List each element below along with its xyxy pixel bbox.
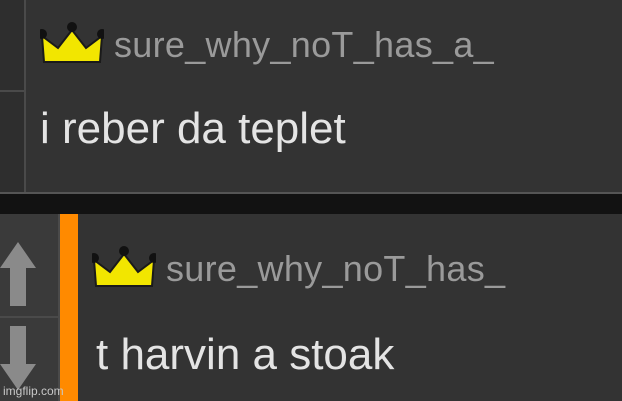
vote-panel (0, 214, 60, 401)
gap-bar (0, 194, 622, 214)
comment-header: sure_why_noT_has_ (92, 246, 505, 292)
down-arrow-icon (0, 326, 36, 390)
up-arrow-icon (0, 242, 36, 306)
comment-text: i reber da teplet (40, 104, 346, 153)
comment-header: sure_why_noT_has_a_ (40, 22, 494, 68)
comment-text: t harvin a stoak (96, 330, 395, 379)
highlight-bar (60, 214, 78, 401)
vote-column (0, 0, 26, 192)
comment-1: sure_why_noT_has_a_ i reber da teplet (0, 0, 622, 192)
crown-icon (92, 246, 156, 287)
username[interactable]: sure_why_noT_has_a_ (114, 24, 494, 66)
comment-body: sure_why_noT_has_a_ i reber da teplet (26, 0, 622, 192)
username[interactable]: sure_why_noT_has_ (166, 248, 505, 290)
watermark: imgflip.com (3, 384, 64, 398)
upvote-button[interactable] (0, 234, 58, 314)
vote-divider (0, 90, 24, 92)
crown-icon (40, 22, 104, 63)
